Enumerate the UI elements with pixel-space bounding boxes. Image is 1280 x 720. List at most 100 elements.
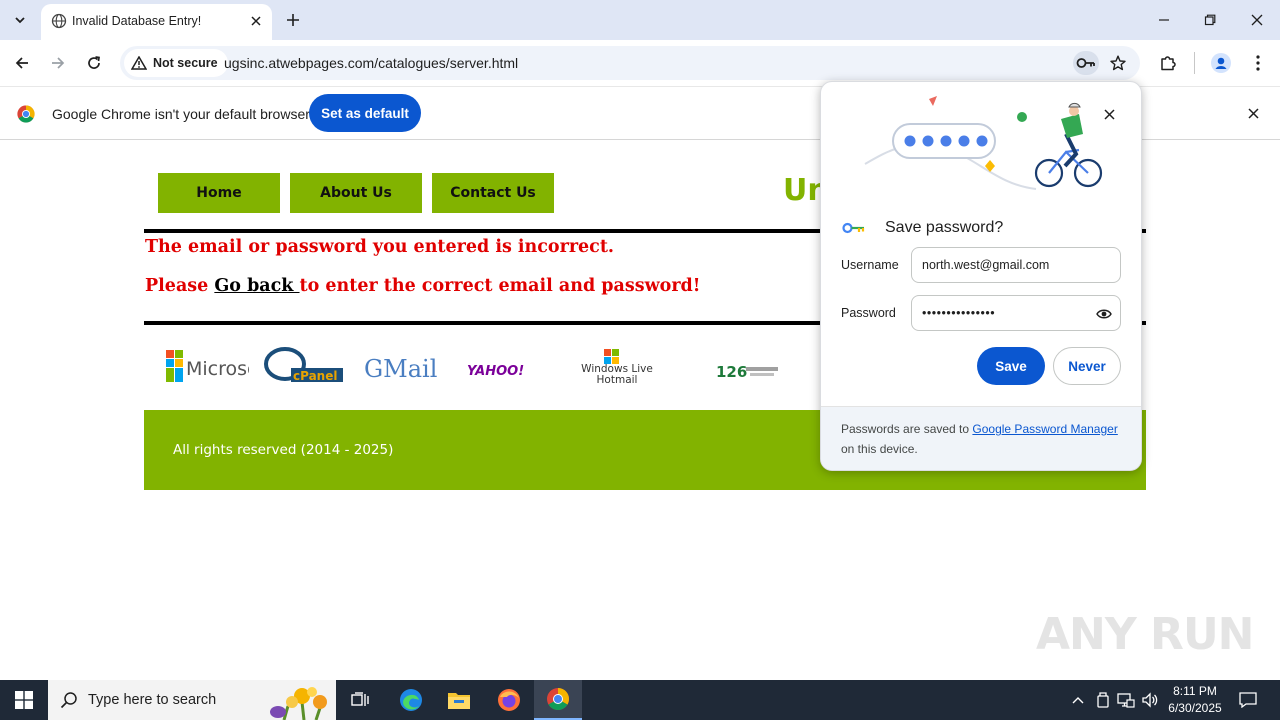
- 126-logo: 126: [714, 347, 784, 387]
- globe-icon: [51, 13, 67, 29]
- password-manager-link[interactable]: Google Password Manager: [972, 422, 1117, 436]
- restore-button[interactable]: [1198, 8, 1222, 32]
- password-key-button[interactable]: [1073, 51, 1099, 75]
- reload-icon: [88, 56, 100, 69]
- nav-contact-us[interactable]: Contact Us: [432, 173, 554, 213]
- firefox-icon: [498, 689, 520, 711]
- footer-suffix: on this device.: [841, 442, 918, 456]
- taskbar: Type here to search 8:11 PM 6/30/2025: [0, 680, 1280, 720]
- password-manager-key-icon: [842, 222, 865, 234]
- toolbar-divider: [1194, 52, 1195, 74]
- taskbar-clock[interactable]: 8:11 PM 6/30/2025: [1162, 683, 1228, 717]
- flowers-decoration-icon: [270, 687, 327, 720]
- network-icon: [1117, 693, 1135, 708]
- error-suffix: to enter the correct email and password!: [299, 276, 701, 296]
- clock-time: 8:11 PM: [1173, 684, 1217, 698]
- chrome-logo-icon: [17, 105, 35, 123]
- cpanel-logo-text: cPanel: [293, 369, 337, 383]
- notification-icon: [1239, 692, 1257, 708]
- taskbar-edge[interactable]: [387, 680, 435, 720]
- microsoft-logo: Microsoft: [165, 347, 272, 387]
- windows-logo-icon: [15, 691, 33, 709]
- save-password-dialog: Save password? Username north.west@gmail…: [820, 81, 1142, 471]
- infobar-close-button[interactable]: [1243, 103, 1263, 123]
- username-field[interactable]: north.west@gmail.com: [911, 247, 1121, 283]
- show-hidden-icons-button[interactable]: [1068, 690, 1088, 710]
- close-icon: [251, 16, 261, 26]
- hotmail-logo-text: Windows Live Hotmail: [581, 364, 653, 386]
- toolbar: Not secure ugsinc.atwebpages.com/catalog…: [0, 40, 1280, 86]
- taskbar-search-placeholder: Type here to search: [88, 692, 217, 708]
- chrome-icon: [547, 688, 569, 710]
- device-icon: [1097, 692, 1109, 708]
- tab-strip: Invalid Database Entry!: [0, 0, 1280, 40]
- menu-button[interactable]: [1245, 50, 1271, 76]
- hotmail-logo: Windows Live Hotmail: [574, 347, 664, 387]
- security-chip[interactable]: Not secure: [124, 49, 228, 77]
- warning-icon: [131, 56, 147, 70]
- folder-icon: [448, 693, 470, 709]
- never-button[interactable]: Never: [1053, 347, 1121, 385]
- network-button[interactable]: [1116, 690, 1136, 710]
- profile-button[interactable]: [1208, 50, 1234, 76]
- gmail-logo-text: GMail: [364, 355, 437, 383]
- start-button[interactable]: [0, 680, 48, 720]
- username-label: Username: [841, 258, 899, 272]
- taskbar-firefox[interactable]: [485, 680, 533, 720]
- notifications-button[interactable]: [1238, 690, 1258, 710]
- task-view-icon: [351, 692, 369, 706]
- speaker-icon: [1142, 692, 1158, 708]
- arrow-right-icon: [52, 57, 65, 69]
- close-icon: [1251, 14, 1263, 26]
- avatar-icon: [1211, 53, 1231, 73]
- nav-about-us[interactable]: About Us: [290, 173, 422, 213]
- error-prefix: Please: [145, 276, 215, 296]
- volume-button[interactable]: [1140, 690, 1160, 710]
- set-default-button[interactable]: Set as default: [309, 94, 421, 132]
- extensions-button[interactable]: [1155, 50, 1181, 76]
- security-label: Not secure: [153, 56, 218, 70]
- reload-button[interactable]: [81, 50, 107, 76]
- dialog-footer: Passwords are saved to Google Password M…: [821, 406, 1141, 470]
- tab-close-button[interactable]: [247, 12, 265, 30]
- yahoo-logo-text: YAHOO!: [467, 364, 524, 379]
- taskbar-search-box[interactable]: Type here to search: [48, 680, 336, 720]
- anyrun-watermark: ANY RUN: [1036, 609, 1254, 660]
- key-icon: [1076, 58, 1095, 68]
- task-view-button[interactable]: [336, 680, 384, 720]
- puzzle-icon: [1161, 56, 1176, 71]
- url-text[interactable]: ugsinc.atwebpages.com/catalogues/server.…: [224, 55, 518, 71]
- yahoo-logo: YAHOO!: [465, 347, 541, 387]
- browser-tab[interactable]: Invalid Database Entry!: [41, 4, 272, 40]
- save-button[interactable]: Save: [977, 347, 1045, 385]
- minimize-icon: [1159, 19, 1169, 21]
- plus-icon: [287, 14, 299, 26]
- clock-date: 6/30/2025: [1168, 701, 1222, 715]
- close-window-button[interactable]: [1245, 8, 1269, 32]
- eye-icon[interactable]: [1096, 308, 1112, 320]
- taskbar-chrome[interactable]: [534, 680, 582, 720]
- search-icon: [60, 692, 77, 709]
- taskbar-file-explorer[interactable]: [435, 680, 483, 720]
- tab-search-button[interactable]: [6, 6, 34, 34]
- password-value: •••••••••••••••: [922, 306, 996, 320]
- dialog-footer-text: Passwords are saved to Google Password M…: [841, 419, 1131, 459]
- password-field[interactable]: •••••••••••••••: [911, 295, 1121, 331]
- new-tab-button[interactable]: [281, 8, 305, 32]
- error-message: The email or password you entered is inc…: [145, 237, 615, 257]
- star-icon: [1110, 55, 1126, 71]
- dialog-close-button[interactable]: [1098, 103, 1120, 125]
- infobar-message: Google Chrome isn't your default browser: [52, 106, 310, 122]
- minimize-button[interactable]: [1152, 8, 1176, 32]
- nav-home[interactable]: Home: [158, 173, 280, 213]
- screen: Invalid Database Entry! Not secure ugsin…: [0, 0, 1280, 720]
- back-button[interactable]: [9, 50, 35, 76]
- forward-button[interactable]: [45, 50, 71, 76]
- bookmark-button[interactable]: [1106, 51, 1130, 75]
- footer-copyright: All rights reserved (2014 - 2025): [173, 442, 394, 458]
- go-back-link[interactable]: Go back: [214, 276, 299, 296]
- close-icon: [1103, 108, 1115, 120]
- address-bar[interactable]: Not secure ugsinc.atwebpages.com/catalog…: [120, 46, 1140, 80]
- tray-device-icon-button[interactable]: [1093, 690, 1113, 710]
- restore-icon: [1204, 14, 1216, 26]
